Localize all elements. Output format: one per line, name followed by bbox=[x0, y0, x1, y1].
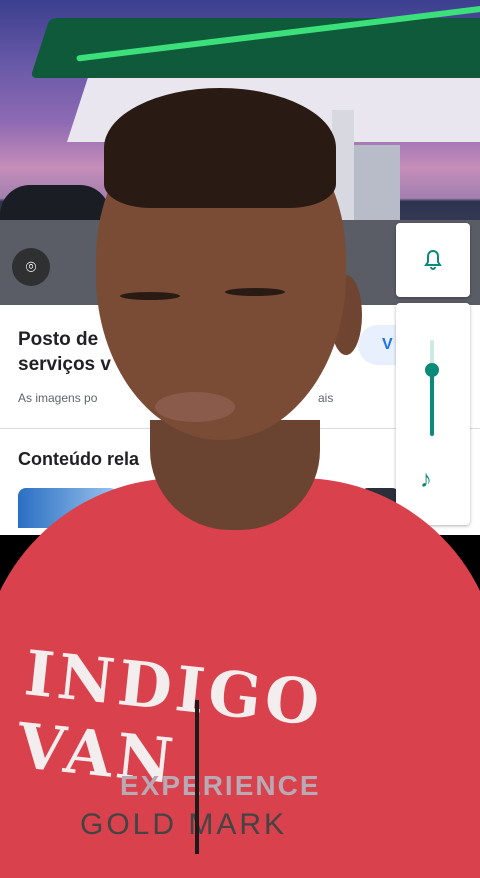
shirt-print-line3: GOLD MARK bbox=[80, 808, 288, 841]
image-disclaimer-end: ais bbox=[318, 391, 334, 405]
image-disclaimer: As imagens po bbox=[18, 391, 98, 405]
ringer-button[interactable] bbox=[396, 223, 470, 297]
person-hair bbox=[104, 88, 336, 208]
bell-icon bbox=[424, 249, 442, 270]
place-title-line2: serviços v bbox=[18, 354, 111, 375]
person-mouth bbox=[155, 392, 235, 422]
photo-treeline bbox=[0, 185, 110, 225]
lens-icon: ⌾ bbox=[25, 256, 37, 277]
photo-canopy bbox=[30, 18, 480, 78]
shirt-print-line2: EXPERIENCE bbox=[120, 770, 321, 801]
earphone-cable bbox=[195, 700, 199, 854]
person-eye-right bbox=[225, 288, 285, 296]
related-content-heading: Conteúdo rela bbox=[18, 449, 140, 469]
lens-button[interactable]: ⌾ bbox=[12, 248, 50, 286]
person-eye-left bbox=[120, 292, 180, 300]
volume-fill bbox=[430, 369, 434, 436]
volume-thumb[interactable] bbox=[425, 362, 439, 377]
music-note-icon[interactable]: ♪ bbox=[420, 466, 432, 494]
